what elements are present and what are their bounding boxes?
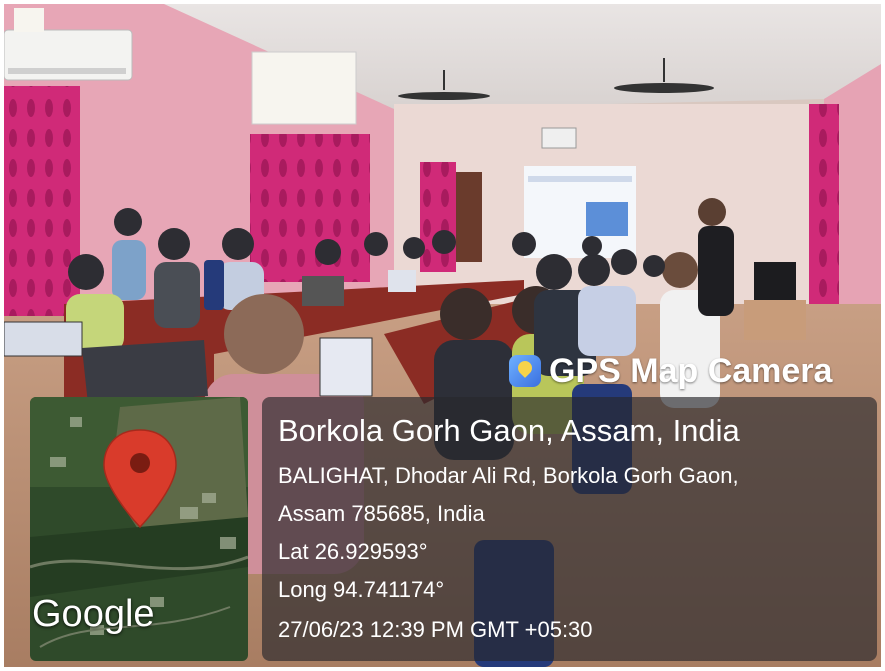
place-title: Borkola Gorh Gaon, Assam, India [278, 413, 740, 448]
gps-header: GPS Map Camera [509, 348, 832, 394]
latitude: Lat 26.929593° [278, 539, 428, 564]
location-info-panel: Borkola Gorh Gaon, Assam, India BALIGHAT… [262, 397, 877, 661]
map-thumbnail: Google [30, 397, 248, 661]
datetime: 27/06/23 12:39 PM GMT +05:30 [278, 617, 593, 642]
address-line-2: Assam 785685, India [278, 501, 485, 526]
app-name: GPS Map Camera [549, 351, 833, 390]
photo: GPS Map Camera Google Borkola Gorh Gaon,… [4, 4, 881, 667]
address-line-1: BALIGHAT, Dhodar Ali Rd, Borkola Gorh Ga… [278, 463, 739, 488]
gps-map-camera-logo-icon [509, 355, 541, 387]
google-attribution: Google [32, 593, 155, 635]
longitude: Long 94.741174° [278, 577, 445, 602]
